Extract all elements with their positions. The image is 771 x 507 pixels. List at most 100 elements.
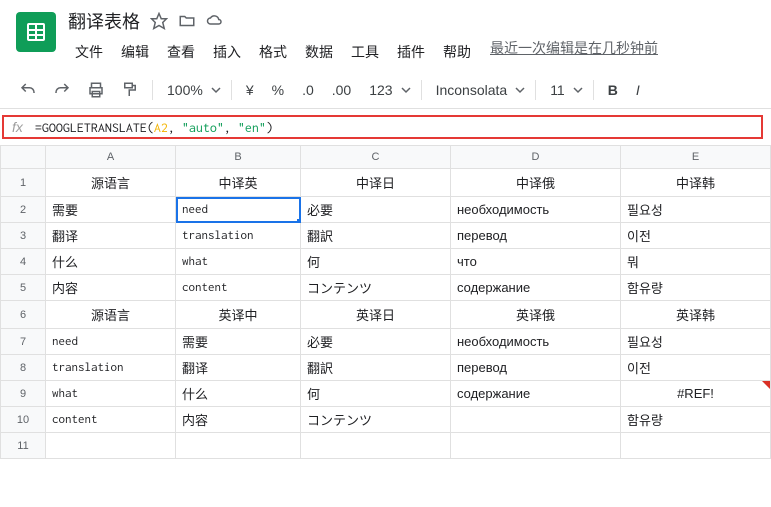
menu-tools[interactable]: 工具: [344, 38, 386, 66]
cell[interactable]: 中译日: [301, 169, 451, 197]
star-icon[interactable]: [150, 12, 168, 30]
select-all-corner[interactable]: [0, 145, 46, 169]
col-header-d[interactable]: D: [451, 145, 621, 169]
undo-icon[interactable]: [16, 78, 40, 102]
col-header-e[interactable]: E: [621, 145, 771, 169]
cell[interactable]: перевод: [451, 223, 621, 249]
col-header-b[interactable]: B: [176, 145, 301, 169]
row-header[interactable]: 6: [0, 301, 46, 329]
cell[interactable]: 必要: [301, 329, 451, 355]
cell[interactable]: 英译韩: [621, 301, 771, 329]
cell[interactable]: 필요성: [621, 329, 771, 355]
cell[interactable]: content: [46, 407, 176, 433]
cell[interactable]: 源语言: [46, 169, 176, 197]
cell[interactable]: 英译中: [176, 301, 301, 329]
menu-insert[interactable]: 插入: [206, 38, 248, 66]
menu-edit[interactable]: 编辑: [114, 38, 156, 66]
formula-input[interactable]: =GOOGLETRANSLATE(A2, "auto", "en"): [35, 120, 753, 135]
increase-decimal-button[interactable]: .00: [328, 82, 355, 98]
redo-icon[interactable]: [50, 78, 74, 102]
cell[interactable]: 이전: [621, 355, 771, 381]
cell[interactable]: 中译韩: [621, 169, 771, 197]
cell[interactable]: содержание: [451, 381, 621, 407]
menu-data[interactable]: 数据: [298, 38, 340, 66]
currency-button[interactable]: ¥: [242, 82, 258, 98]
font-dropdown[interactable]: Inconsolata: [432, 82, 526, 98]
cell[interactable]: 翻訳: [301, 223, 451, 249]
cell[interactable]: содержание: [451, 275, 621, 301]
cell[interactable]: [46, 433, 176, 459]
cell[interactable]: 함유량: [621, 275, 771, 301]
col-header-a[interactable]: A: [46, 145, 176, 169]
row-header[interactable]: 8: [0, 355, 46, 381]
bold-button[interactable]: B: [604, 82, 622, 98]
cell[interactable]: 什么: [176, 381, 301, 407]
italic-button[interactable]: I: [632, 82, 644, 98]
cell[interactable]: 内容: [176, 407, 301, 433]
row-header[interactable]: 3: [0, 223, 46, 249]
row-header[interactable]: 9: [0, 381, 46, 407]
cell[interactable]: need: [46, 329, 176, 355]
row-header[interactable]: 11: [0, 433, 46, 459]
cell[interactable]: 何: [301, 381, 451, 407]
cell[interactable]: [451, 407, 621, 433]
cell[interactable]: what: [176, 249, 301, 275]
cell[interactable]: 뭐: [621, 249, 771, 275]
cell[interactable]: необходимость: [451, 197, 621, 223]
zoom-dropdown[interactable]: 100%: [163, 82, 221, 98]
cell[interactable]: translation: [176, 223, 301, 249]
row-header[interactable]: 5: [0, 275, 46, 301]
font-size-dropdown[interactable]: 11: [546, 82, 583, 98]
cell[interactable]: 内容: [46, 275, 176, 301]
paint-format-icon[interactable]: [118, 78, 142, 102]
cell[interactable]: 이전: [621, 223, 771, 249]
cell[interactable]: 什么: [46, 249, 176, 275]
row-header[interactable]: 2: [0, 197, 46, 223]
row-header[interactable]: 10: [0, 407, 46, 433]
cell[interactable]: 需要: [46, 197, 176, 223]
cell[interactable]: 源语言: [46, 301, 176, 329]
move-folder-icon[interactable]: [178, 12, 196, 30]
cell[interactable]: 何: [301, 249, 451, 275]
cell[interactable]: what: [46, 381, 176, 407]
cell[interactable]: 英译俄: [451, 301, 621, 329]
col-header-c[interactable]: C: [301, 145, 451, 169]
menu-file[interactable]: 文件: [68, 38, 110, 66]
decrease-decimal-button[interactable]: .0: [298, 82, 318, 98]
cell[interactable]: 翻訳: [301, 355, 451, 381]
cell[interactable]: コンテンツ: [301, 407, 451, 433]
menu-addons[interactable]: 插件: [390, 38, 432, 66]
menu-format[interactable]: 格式: [252, 38, 294, 66]
cell[interactable]: 英译日: [301, 301, 451, 329]
cell[interactable]: перевод: [451, 355, 621, 381]
number-format-dropdown[interactable]: 123: [365, 82, 410, 98]
cell[interactable]: [301, 433, 451, 459]
cell[interactable]: 需要: [176, 329, 301, 355]
cell[interactable]: что: [451, 249, 621, 275]
doc-title[interactable]: 翻译表格: [68, 8, 140, 34]
cell[interactable]: [176, 433, 301, 459]
cell[interactable]: 필요성: [621, 197, 771, 223]
cell[interactable]: [621, 433, 771, 459]
menu-view[interactable]: 查看: [160, 38, 202, 66]
active-cell[interactable]: need: [176, 197, 301, 223]
cell[interactable]: 必要: [301, 197, 451, 223]
cell[interactable]: необходимость: [451, 329, 621, 355]
row-header[interactable]: 4: [0, 249, 46, 275]
cell[interactable]: コンテンツ: [301, 275, 451, 301]
cell[interactable]: translation: [46, 355, 176, 381]
cell[interactable]: [451, 433, 621, 459]
sheets-logo[interactable]: [16, 12, 56, 52]
cell[interactable]: 中译英: [176, 169, 301, 197]
cell[interactable]: 함유량: [621, 407, 771, 433]
cell[interactable]: 翻译: [176, 355, 301, 381]
menu-help[interactable]: 帮助: [436, 38, 478, 66]
row-header[interactable]: 7: [0, 329, 46, 355]
row-header[interactable]: 1: [0, 169, 46, 197]
cell[interactable]: 中译俄: [451, 169, 621, 197]
edit-history-link[interactable]: 最近一次编辑是在几秒钟前: [490, 38, 658, 66]
error-cell[interactable]: #REF!: [621, 381, 771, 407]
cloud-status-icon[interactable]: [206, 12, 224, 30]
cell[interactable]: content: [176, 275, 301, 301]
cell[interactable]: 翻译: [46, 223, 176, 249]
